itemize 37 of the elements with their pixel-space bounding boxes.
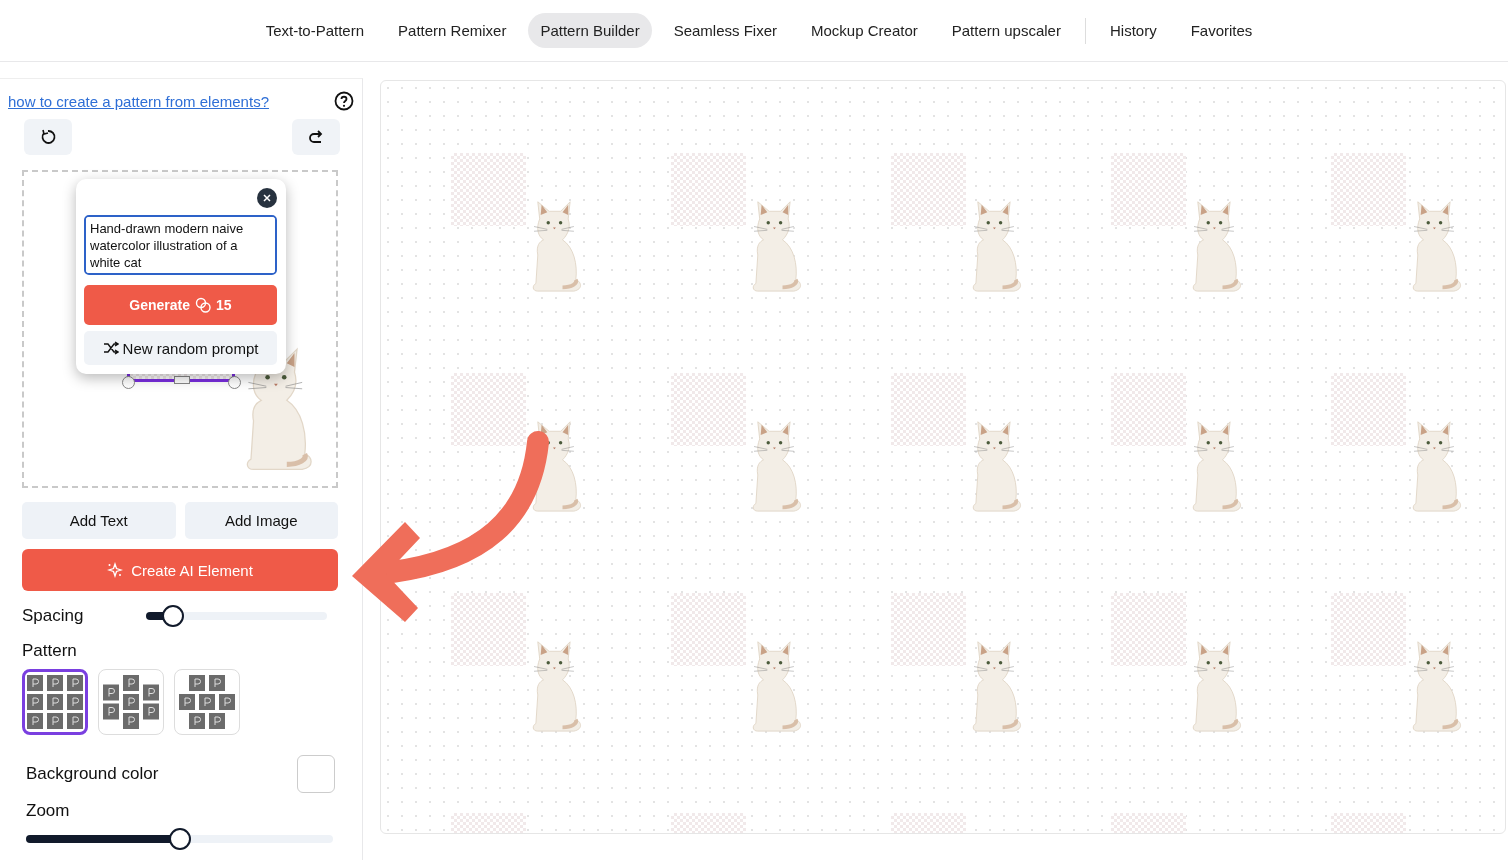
pattern-layout-icon (179, 675, 235, 729)
pattern-layout-icon (27, 675, 83, 729)
slider-handle[interactable] (162, 605, 185, 627)
resize-handle[interactable] (174, 376, 190, 384)
zoom-label: Zoom (26, 801, 70, 820)
background-color-label: Background color (26, 764, 159, 784)
sparkle-icon (107, 562, 124, 578)
resize-handle[interactable] (228, 376, 241, 389)
nav-tab[interactable]: Pattern Builder (528, 13, 652, 48)
shuffle-icon (102, 341, 119, 355)
add-button[interactable]: Add Image (184, 502, 338, 539)
nav-tab[interactable]: Mockup Creator (799, 13, 930, 48)
close-icon (263, 194, 271, 202)
coins-icon (195, 297, 212, 313)
random-prompt-button[interactable]: New random prompt (84, 331, 277, 365)
nav-tab[interactable]: Text-to-Pattern (253, 13, 377, 48)
help-icon[interactable] (334, 91, 354, 111)
pattern-label: Pattern (22, 641, 77, 661)
undo-button[interactable] (24, 119, 72, 155)
redo-icon (308, 129, 324, 145)
help-link[interactable]: how to create a pattern from elements? (8, 92, 269, 110)
spacing-label: Spacing (22, 606, 85, 626)
pattern-layout-icon (103, 675, 159, 729)
color-swatch[interactable] (297, 755, 335, 793)
rotate-icon (40, 129, 56, 145)
close-button[interactable] (257, 188, 277, 208)
slider-handle[interactable] (168, 828, 191, 850)
resize-handle[interactable] (122, 376, 135, 389)
prompt-field[interactable]: Hand-drawn modern naive watercolor illustration of a white cat (84, 215, 277, 275)
nav-tab[interactable]: Seamless Fixer (661, 13, 789, 48)
nav-tab[interactable]: History (1097, 13, 1169, 48)
nav-tab[interactable]: Pattern upscaler (939, 13, 1073, 48)
pattern-option[interactable] (22, 669, 88, 735)
nav-tab[interactable]: Favorites (1178, 13, 1265, 48)
nav-tab[interactable]: Pattern Remixer (386, 13, 519, 48)
add-button[interactable]: Add Text (22, 502, 176, 539)
redo-button[interactable] (292, 119, 340, 155)
